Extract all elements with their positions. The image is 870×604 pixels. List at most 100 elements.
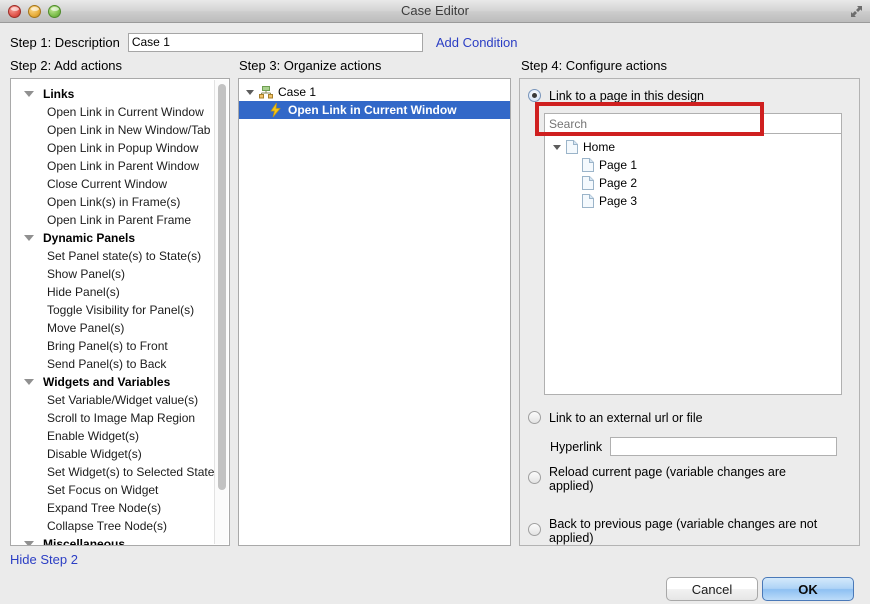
action-item-label: Send Panel(s) to Back (11, 355, 166, 373)
action-item-label: Show Panel(s) (11, 265, 125, 283)
action-item-label: Open Link(s) in Frame(s) (11, 193, 180, 211)
action-item[interactable]: Open Link in Parent Window (11, 157, 215, 175)
step4-header: Step 4: Configure actions (521, 58, 667, 73)
chevron-down-icon[interactable] (24, 91, 34, 97)
add-condition-link[interactable]: Add Condition (436, 35, 518, 50)
action-item[interactable]: Open Link in New Window/Tab (11, 121, 215, 139)
chevron-down-icon[interactable] (24, 379, 34, 385)
action-item-label: Set Variable/Widget value(s) (11, 391, 198, 409)
action-item[interactable]: Close Current Window (11, 175, 215, 193)
radio-reload-page[interactable] (528, 471, 541, 484)
action-group-label: Dynamic Panels (43, 229, 135, 247)
organize-tree-root[interactable]: Case 1 (239, 83, 510, 101)
action-item-label: Hide Panel(s) (11, 283, 120, 301)
action-item-label: Open Link in Current Window (11, 103, 204, 121)
action-item-label: Set Panel state(s) to State(s) (11, 247, 201, 265)
action-item[interactable]: Set Variable/Widget value(s) (11, 391, 215, 409)
option-link-external-label: Link to an external url or file (549, 411, 703, 425)
action-group-label: Links (43, 85, 74, 103)
action-item[interactable]: Expand Tree Node(s) (11, 499, 215, 517)
action-item-label: Scroll to Image Map Region (11, 409, 195, 427)
page-tree-row-page1[interactable]: Page 1 (545, 156, 841, 174)
actions-scrollbar[interactable] (214, 80, 228, 544)
action-item-label: Set Focus on Widget (11, 481, 158, 499)
action-item-label: Open Link in Parent Window (11, 157, 199, 175)
option-back-page[interactable]: Back to previous page (variable changes … (528, 517, 840, 545)
action-item[interactable]: Hide Panel(s) (11, 283, 215, 301)
action-item[interactable]: Disable Widget(s) (11, 445, 215, 463)
action-group-links[interactable]: Links (11, 85, 215, 103)
action-item[interactable]: Enable Widget(s) (11, 427, 215, 445)
chevron-down-icon[interactable] (24, 235, 34, 241)
hide-step-2-link[interactable]: Hide Step 2 (10, 552, 78, 567)
window-titlebar: Case Editor (0, 0, 870, 23)
organize-tree-item-selected[interactable]: Open Link in Current Window (239, 101, 510, 119)
step2-header: Step 2: Add actions (10, 58, 122, 73)
option-back-page-label: Back to previous page (variable changes … (549, 517, 840, 545)
action-item[interactable]: Set Panel state(s) to State(s) (11, 247, 215, 265)
organize-tree-item-label: Open Link in Current Window (288, 101, 457, 119)
chevron-down-icon[interactable] (24, 541, 34, 545)
action-item-label: Disable Widget(s) (11, 445, 142, 463)
page-tree[interactable]: Home Page 1 Page 2 (544, 134, 842, 395)
configure-actions-panel: Link to a page in this design Home (519, 78, 860, 546)
search-input[interactable] (544, 113, 842, 134)
action-item-label: Toggle Visibility for Panel(s) (11, 301, 194, 319)
actions-scrollbar-thumb[interactable] (218, 84, 226, 490)
action-item-label: Enable Widget(s) (11, 427, 139, 445)
action-item[interactable]: Open Link in Current Window (11, 103, 215, 121)
action-item[interactable]: Set Focus on Widget (11, 481, 215, 499)
page-tree-row-page3[interactable]: Page 3 (545, 192, 841, 210)
action-group-widgets-and-variables[interactable]: Widgets and Variables (11, 373, 215, 391)
organize-tree[interactable]: Case 1 Open Link in Current Window (239, 79, 510, 119)
action-group-label: Miscellaneous (43, 535, 125, 545)
page-icon (566, 140, 578, 154)
action-item[interactable]: Toggle Visibility for Panel(s) (11, 301, 215, 319)
action-item[interactable]: Scroll to Image Map Region (11, 409, 215, 427)
case-editor-window: Case Editor Step 1: Description Add Cond… (0, 0, 870, 604)
option-link-to-page[interactable]: Link to a page in this design (528, 89, 704, 103)
page-tree-row-page2[interactable]: Page 2 (545, 174, 841, 192)
organize-tree-root-label: Case 1 (278, 83, 316, 101)
action-group-dynamic-panels[interactable]: Dynamic Panels (11, 229, 215, 247)
page-icon (582, 158, 594, 172)
action-item-label: Move Panel(s) (11, 319, 124, 337)
option-link-external[interactable]: Link to an external url or file (528, 411, 703, 425)
add-actions-panel: LinksOpen Link in Current WindowOpen Lin… (10, 78, 230, 546)
action-item[interactable]: Bring Panel(s) to Front (11, 337, 215, 355)
page-tree-label: Page 1 (599, 156, 637, 174)
action-item[interactable]: Open Link in Popup Window (11, 139, 215, 157)
ok-button[interactable]: OK (762, 577, 854, 601)
resize-fullscreen-icon[interactable] (850, 5, 863, 18)
page-tree-row-home[interactable]: Home (545, 138, 841, 156)
hyperlink-input[interactable] (610, 437, 837, 456)
action-item-label: Open Link in New Window/Tab (11, 121, 210, 139)
action-item[interactable]: Open Link in Parent Frame (11, 211, 215, 229)
window-title: Case Editor (0, 3, 870, 18)
action-item-label: Close Current Window (11, 175, 167, 193)
page-tree-label: Home (583, 138, 615, 156)
step3-header: Step 3: Organize actions (239, 58, 381, 73)
organize-actions-panel: Case 1 Open Link in Current Window (238, 78, 511, 546)
action-item[interactable]: Show Panel(s) (11, 265, 215, 283)
description-input[interactable] (128, 33, 423, 52)
radio-link-to-page[interactable] (528, 89, 541, 102)
chevron-down-icon[interactable] (553, 145, 561, 150)
radio-link-external[interactable] (528, 411, 541, 424)
hyperlink-row: Hyperlink (550, 437, 837, 456)
action-item[interactable]: Open Link(s) in Frame(s) (11, 193, 215, 211)
actions-list[interactable]: LinksOpen Link in Current WindowOpen Lin… (11, 79, 215, 545)
page-tree-label: Page 3 (599, 192, 637, 210)
cancel-button[interactable]: Cancel (666, 577, 758, 601)
chevron-down-icon[interactable] (246, 90, 254, 95)
radio-back-page[interactable] (528, 523, 541, 536)
action-item[interactable]: Collapse Tree Node(s) (11, 517, 215, 535)
step1-row: Step 1: Description Add Condition (10, 30, 860, 54)
action-item-label: Open Link in Popup Window (11, 139, 198, 157)
action-item-label: Collapse Tree Node(s) (11, 517, 167, 535)
action-group-miscellaneous[interactable]: Miscellaneous (11, 535, 215, 545)
action-item[interactable]: Send Panel(s) to Back (11, 355, 215, 373)
action-item[interactable]: Move Panel(s) (11, 319, 215, 337)
action-item[interactable]: Set Widget(s) to Selected State (11, 463, 215, 481)
option-reload-page[interactable]: Reload current page (variable changes ar… (528, 465, 828, 493)
